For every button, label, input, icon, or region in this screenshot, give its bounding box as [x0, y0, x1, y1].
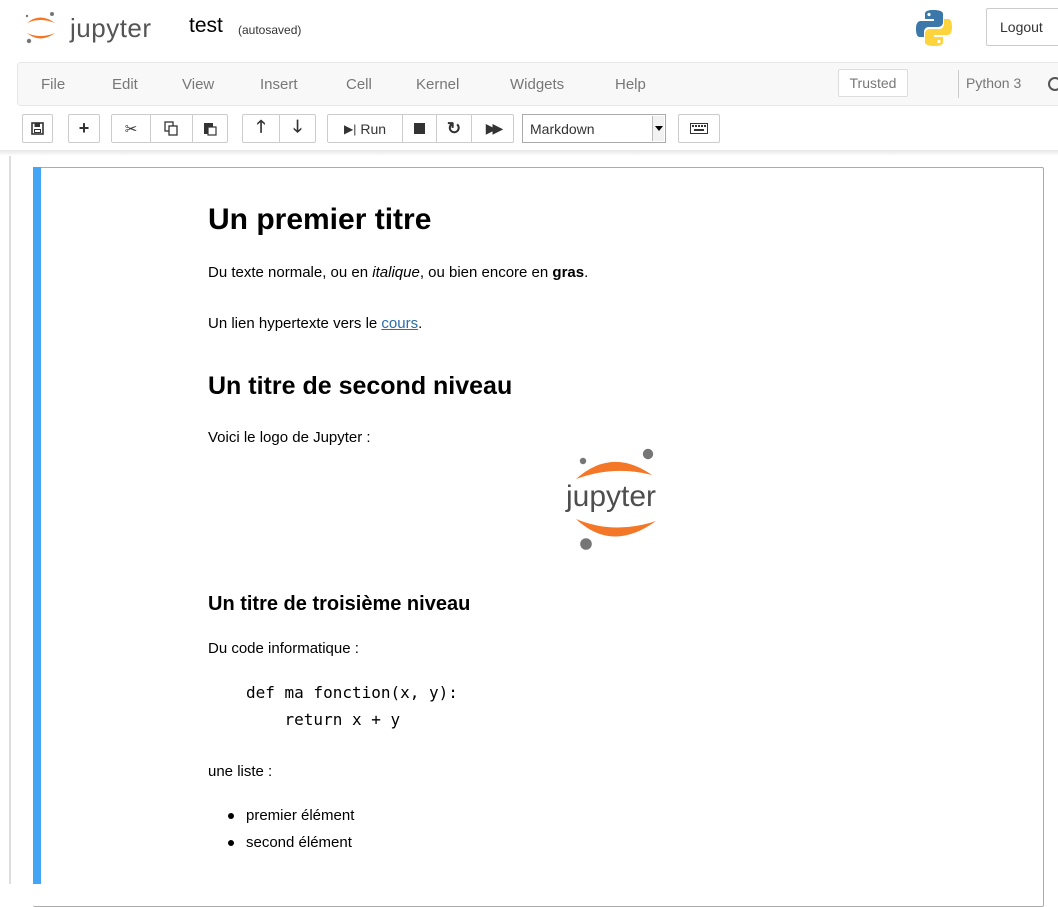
list-item: second élément [246, 834, 352, 851]
paragraph-code-intro: Du code informatique : [208, 640, 359, 657]
python-logo-icon [914, 8, 954, 53]
dropdown-arrow-icon [652, 116, 664, 141]
stop-icon [414, 123, 425, 134]
notebook-name[interactable]: test [189, 14, 223, 38]
text-run: , ou bien encore en [419, 264, 553, 281]
autosave-status: (autosaved) [238, 23, 302, 37]
logout-button[interactable]: Logout [986, 8, 1058, 46]
save-button[interactable] [22, 114, 53, 143]
kernel-name[interactable]: Python 3 [966, 75, 1021, 91]
menu-insert[interactable]: Insert [260, 76, 298, 93]
step-forward-icon: ▶| [343, 121, 357, 136]
save-icon [31, 122, 44, 135]
run-label: Run [360, 120, 387, 137]
bullet-icon [228, 813, 234, 819]
menu-file[interactable]: File [41, 76, 65, 93]
paragraph-logo-intro: Voici le logo de Jupyter : [208, 429, 371, 446]
menu-kernel[interactable]: Kernel [416, 76, 459, 93]
menubar: File Edit View Insert Cell Kernel Widget… [17, 62, 1058, 106]
menu-widgets[interactable]: Widgets [510, 76, 564, 93]
keyboard-icon [690, 123, 708, 134]
restart-icon: ↻ [446, 118, 462, 138]
heading-3: Un titre de troisième niveau [208, 593, 471, 615]
menu-help[interactable]: Help [615, 76, 646, 93]
header: jupyter test (autosaved) Logout [0, 0, 1058, 60]
text-run: . [418, 315, 423, 332]
code-line: return x + y [246, 710, 401, 729]
arrow-down-icon: 🡓 [293, 117, 302, 136]
cut-button[interactable]: ✂ [111, 114, 151, 143]
paragraph-list-intro: une liste : [208, 763, 273, 780]
arrow-up-icon: 🡑 [256, 117, 266, 136]
menu-cell[interactable]: Cell [346, 76, 372, 93]
restart-run-all-button[interactable]: ▶▶ [472, 114, 514, 143]
bold-text: gras [552, 264, 585, 281]
heading-2: Un titre de second niveau [208, 372, 513, 400]
copy-icon [164, 121, 178, 136]
cell-selected-bar [33, 167, 41, 884]
text-run: Du texte normale, ou en [208, 264, 373, 281]
text-run: Un lien hypertexte vers le [208, 315, 382, 332]
cell-type-select[interactable]: Markdown [522, 114, 666, 143]
jupyter-logo[interactable]: jupyter [22, 10, 182, 46]
paragraph-formatting: Du texte normale, ou en italique, ou bie… [208, 264, 588, 281]
restart-button[interactable]: ↻ [437, 114, 472, 143]
command-palette-button[interactable] [678, 114, 720, 143]
copy-button[interactable] [151, 114, 193, 143]
bullet-icon [228, 840, 234, 846]
insert-cell-button[interactable]: + [68, 114, 100, 143]
kernel-status-icon [1048, 77, 1058, 91]
list-item: premier élément [246, 807, 355, 824]
cours-link[interactable]: cours [381, 315, 418, 332]
jupyter-wordmark: jupyter [70, 13, 152, 43]
menu-edit[interactable]: Edit [112, 76, 138, 93]
menu-view[interactable]: View [182, 76, 214, 93]
cell-type-value: Markdown [530, 121, 595, 137]
move-up-button[interactable]: 🡑 [242, 114, 280, 143]
paste-button[interactable] [193, 114, 228, 143]
jupyter-logo-icon [25, 12, 55, 44]
jupyter-logo-image: jupyter [564, 445, 674, 555]
toolbar-shadow [0, 150, 1058, 156]
run-button[interactable]: ▶| Run [327, 114, 403, 143]
heading-1: Un premier titre [208, 203, 432, 236]
trusted-indicator[interactable]: Trusted [838, 69, 908, 97]
italic-text: italique [372, 264, 420, 281]
plus-icon: + [78, 118, 90, 138]
scissors-icon: ✂ [124, 120, 138, 138]
paragraph-link: Un lien hypertexte vers le cours. [208, 315, 422, 332]
move-down-button[interactable]: 🡓 [280, 114, 316, 143]
code-line: def ma fonction(x, y): [246, 683, 458, 702]
interrupt-button[interactable] [403, 114, 437, 143]
text-run: . [584, 264, 589, 281]
fast-forward-icon: ▶▶ [485, 120, 503, 136]
logo-wordmark: jupyter [566, 480, 657, 513]
kernel-separator [958, 70, 959, 98]
notebook-left-border [9, 156, 11, 884]
paste-icon [204, 123, 217, 136]
